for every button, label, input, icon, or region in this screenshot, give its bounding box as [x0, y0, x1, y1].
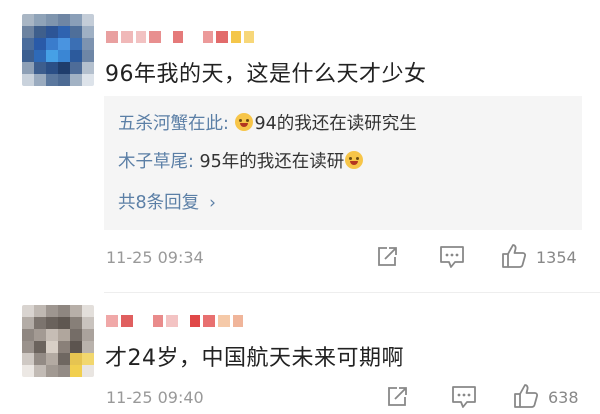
like-button[interactable] — [512, 382, 540, 410]
avatar[interactable] — [22, 305, 94, 377]
username-mosaic[interactable] — [106, 30, 254, 44]
share-button[interactable] — [374, 244, 400, 270]
comment-button[interactable] — [438, 244, 466, 270]
more-replies-label: 共8条回复 — [118, 193, 200, 213]
like-button[interactable] — [500, 242, 528, 270]
smile-emoji-icon — [235, 113, 254, 131]
thumbs-up-icon — [514, 384, 539, 408]
username-mosaic[interactable] — [106, 314, 243, 328]
more-replies-link[interactable]: 共8条回复 › — [118, 189, 216, 214]
reply-username[interactable]: 木子草尾: — [118, 152, 194, 172]
share-button[interactable] — [384, 384, 410, 410]
like-count: 1354 — [536, 248, 577, 267]
share-icon — [378, 247, 397, 266]
comment-button[interactable] — [450, 384, 478, 410]
divider — [104, 292, 600, 293]
chevron-right-icon: › — [209, 193, 216, 213]
share-icon — [388, 387, 407, 406]
reply-username[interactable]: 五杀河蟹在此: — [118, 114, 229, 134]
avatar[interactable] — [22, 14, 94, 86]
smile-emoji-icon — [345, 151, 364, 169]
comment-timestamp: 11-25 09:34 — [106, 248, 204, 267]
reply-item[interactable]: 五杀河蟹在此: 94的我还在读研究生 — [118, 110, 417, 135]
comment-text: 才24岁，中国航天未来可期啊 — [105, 346, 404, 371]
thumbs-up-icon — [502, 244, 527, 268]
comment-timestamp: 11-25 09:40 — [106, 388, 204, 407]
reply-text: 94的我还在读研究生 — [254, 114, 417, 134]
reply-item[interactable]: 木子草尾: 95年的我还在读研 — [118, 148, 364, 173]
reply-box[interactable]: 五杀河蟹在此: 94的我还在读研究生 木子草尾: 95年的我还在读研 共8条回复… — [104, 96, 582, 230]
comment-text: 96年我的天，这是什么天才少女 — [105, 62, 427, 87]
comment-icon — [452, 386, 476, 408]
reply-text: 95年的我还在读研 — [199, 152, 345, 172]
comment-icon — [440, 246, 464, 268]
like-count: 638 — [548, 388, 579, 407]
